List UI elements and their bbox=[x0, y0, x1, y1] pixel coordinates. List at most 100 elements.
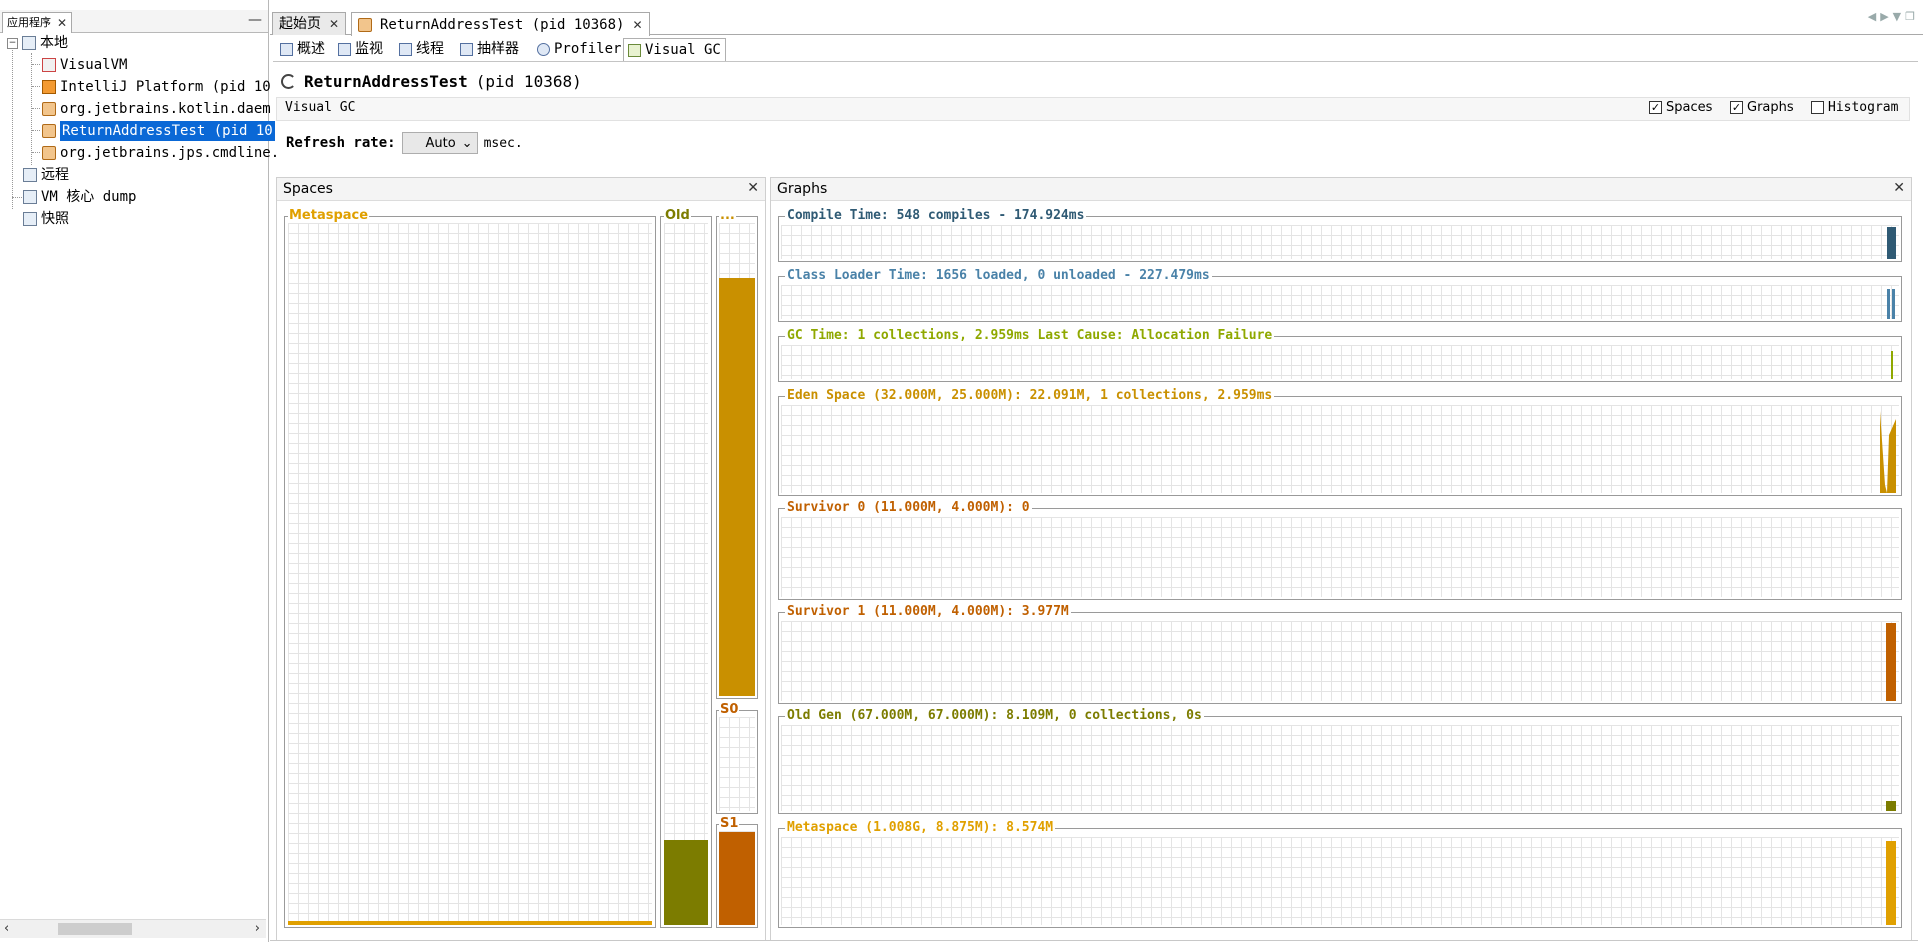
survivor0-plot bbox=[781, 517, 1899, 597]
old-gen-spark bbox=[1886, 801, 1896, 811]
metaspace-graph: Metaspace (1.008G, 8.875M): 8.574M bbox=[778, 820, 1902, 928]
close-icon[interactable]: ✕ bbox=[57, 13, 67, 33]
tab-monitor[interactable]: 监视 bbox=[334, 38, 387, 60]
graphs-checkbox[interactable]: ✓ Graphs bbox=[1730, 100, 1794, 115]
tab-sampler[interactable]: 抽样器 bbox=[456, 38, 523, 60]
document-tabbar: 起始页 ✕ ReturnAddressTest (pid 10368) ✕ ◀▶… bbox=[270, 10, 1923, 36]
tab-list-icon[interactable]: ▼ bbox=[1893, 10, 1905, 23]
tree-node-visualvm[interactable]: VisualVM bbox=[42, 55, 127, 75]
local-host-icon bbox=[22, 36, 36, 50]
scroll-left-icon[interactable]: ‹ bbox=[4, 920, 9, 938]
tree-node-returnaddresstest[interactable]: ReturnAddressTest (pid 10 bbox=[42, 121, 275, 141]
applications-panel: 应用程序 ✕ — − 本地 VisualVM IntelliJ Platform… bbox=[0, 0, 279, 942]
metaspace-fill bbox=[288, 920, 652, 925]
eden-gauge bbox=[719, 223, 755, 696]
spaces-panel: Spaces ✕ Metaspace Old ... S0 S1 bbox=[276, 177, 766, 941]
metaspace-label: Metaspace bbox=[288, 208, 370, 223]
profiler-icon bbox=[537, 42, 550, 56]
visual-gc-header: Visual GC ✓ Spaces ✓ Graphs Histogram bbox=[276, 97, 1910, 121]
old-fill bbox=[664, 840, 708, 925]
applications-tabbar: 应用程序 ✕ — bbox=[0, 10, 268, 33]
survivor1-graph: Survivor 1 (11.000M, 4.000M): 3.977M bbox=[778, 604, 1902, 704]
close-icon[interactable]: ✕ bbox=[632, 14, 642, 36]
histogram-checkbox[interactable]: Histogram bbox=[1811, 100, 1898, 115]
metaspace-spark bbox=[1886, 841, 1896, 925]
refresh-rate-select[interactable]: Auto ⌄ bbox=[401, 132, 478, 154]
divider bbox=[270, 940, 1918, 941]
tab-start-page[interactable]: 起始页 ✕ bbox=[272, 12, 347, 35]
close-icon[interactable]: ✕ bbox=[747, 180, 759, 196]
checkbox-checked-icon[interactable]: ✓ bbox=[1730, 101, 1743, 114]
scroll-right-icon[interactable]: › bbox=[255, 920, 260, 938]
class-loader-graph: Class Loader Time: 1656 loaded, 0 unload… bbox=[778, 268, 1902, 322]
old-gen-graph: Old Gen (67.000M, 67.000M): 8.109M, 0 co… bbox=[778, 708, 1902, 814]
tree-node-kotlin-daemon[interactable]: org.jetbrains.kotlin.daem bbox=[42, 99, 271, 119]
tree-node-coredump[interactable]: VM 核心 dump bbox=[23, 187, 136, 207]
compile-time-spark bbox=[1887, 227, 1896, 259]
s1-gauge bbox=[719, 831, 755, 925]
survivor1-plot bbox=[781, 621, 1899, 701]
metaspace-plot bbox=[781, 837, 1899, 925]
java-icon bbox=[42, 146, 56, 160]
minimize-icon[interactable]: — bbox=[248, 12, 262, 28]
loading-spinner-icon bbox=[281, 74, 296, 89]
scrollbar-thumb[interactable] bbox=[58, 923, 132, 935]
s0-frame: S0 bbox=[716, 702, 758, 814]
class-loader-plot bbox=[781, 285, 1899, 319]
remote-host-icon bbox=[23, 168, 37, 182]
tree-node-intellij[interactable]: IntelliJ Platform (pid 10 bbox=[42, 77, 271, 97]
s1-fill bbox=[719, 831, 755, 925]
close-icon[interactable]: ✕ bbox=[329, 13, 339, 35]
tree-node-remote[interactable]: 远程 bbox=[23, 165, 69, 185]
compile-time-graph: Compile Time: 548 compiles - 174.924ms bbox=[778, 208, 1902, 262]
tab-returnaddresstest[interactable]: ReturnAddressTest (pid 10368) ✕ bbox=[351, 12, 650, 36]
overview-icon bbox=[280, 42, 293, 56]
graphs-panel: Graphs ✕ Compile Time: 548 compiles - 17… bbox=[770, 177, 1912, 941]
eden-space-graph: Eden Space (32.000M, 25.000M): 22.091M, … bbox=[778, 388, 1902, 496]
eden-space-plot bbox=[781, 405, 1899, 493]
applications-tab-label: 应用程序 bbox=[7, 16, 51, 29]
checkbox-unchecked-icon[interactable] bbox=[1811, 101, 1824, 114]
tab-threads[interactable]: 线程 bbox=[395, 38, 448, 60]
s0-label: S0 bbox=[719, 702, 740, 717]
s1-frame: S1 bbox=[716, 816, 758, 928]
visual-gc-icon bbox=[628, 43, 641, 57]
refresh-rate-row: Refresh rate: Auto ⌄ msec. bbox=[286, 132, 523, 154]
spaces-panel-header: Spaces ✕ bbox=[277, 178, 765, 201]
eden-fill bbox=[719, 277, 755, 696]
tab-profiler[interactable]: Profiler bbox=[533, 38, 625, 60]
threads-icon bbox=[399, 42, 412, 56]
restore-window-icon[interactable]: ❐ bbox=[1905, 10, 1919, 23]
old-frame: Old bbox=[660, 208, 712, 928]
scroll-tabs-left-icon[interactable]: ◀ bbox=[1868, 10, 1880, 23]
tree-node-jps-cmdline[interactable]: org.jetbrains.jps.cmdline. bbox=[42, 143, 279, 163]
old-gen-plot bbox=[781, 725, 1899, 811]
s1-label: S1 bbox=[719, 816, 740, 831]
old-gauge bbox=[664, 223, 708, 925]
spaces-checkbox[interactable]: ✓ Spaces bbox=[1649, 100, 1712, 115]
sampler-icon bbox=[460, 42, 473, 56]
tab-overview[interactable]: 概述 bbox=[276, 38, 329, 60]
java-icon bbox=[42, 102, 56, 116]
old-label: Old bbox=[664, 208, 691, 223]
coredump-icon bbox=[23, 190, 37, 204]
tree-node-snapshot[interactable]: 快照 bbox=[23, 209, 69, 229]
intellij-icon bbox=[42, 80, 56, 94]
close-icon[interactable]: ✕ bbox=[1893, 180, 1905, 196]
java-icon bbox=[358, 17, 372, 32]
scroll-tabs-right-icon[interactable]: ▶ bbox=[1880, 10, 1892, 23]
monitor-icon bbox=[338, 42, 351, 56]
gc-time-plot bbox=[781, 345, 1899, 379]
tab-visual-gc[interactable]: Visual GC bbox=[623, 38, 726, 61]
horizontal-scrollbar[interactable]: ‹ › bbox=[0, 919, 266, 938]
snapshot-icon bbox=[23, 212, 37, 226]
survivor0-graph: Survivor 0 (11.000M, 4.000M): 0 bbox=[778, 500, 1902, 600]
collapse-icon[interactable]: − bbox=[7, 37, 18, 49]
tab-navigation[interactable]: ◀▶▼❐ bbox=[1868, 10, 1919, 23]
applications-tab[interactable]: 应用程序 ✕ bbox=[2, 12, 73, 33]
checkbox-checked-icon[interactable]: ✓ bbox=[1649, 101, 1662, 114]
tree-node-local[interactable]: − 本地 bbox=[7, 33, 68, 53]
page-title: ReturnAddressTest (pid 10368) bbox=[281, 72, 582, 91]
eden-label: ... bbox=[719, 208, 736, 223]
java-icon bbox=[42, 124, 56, 138]
